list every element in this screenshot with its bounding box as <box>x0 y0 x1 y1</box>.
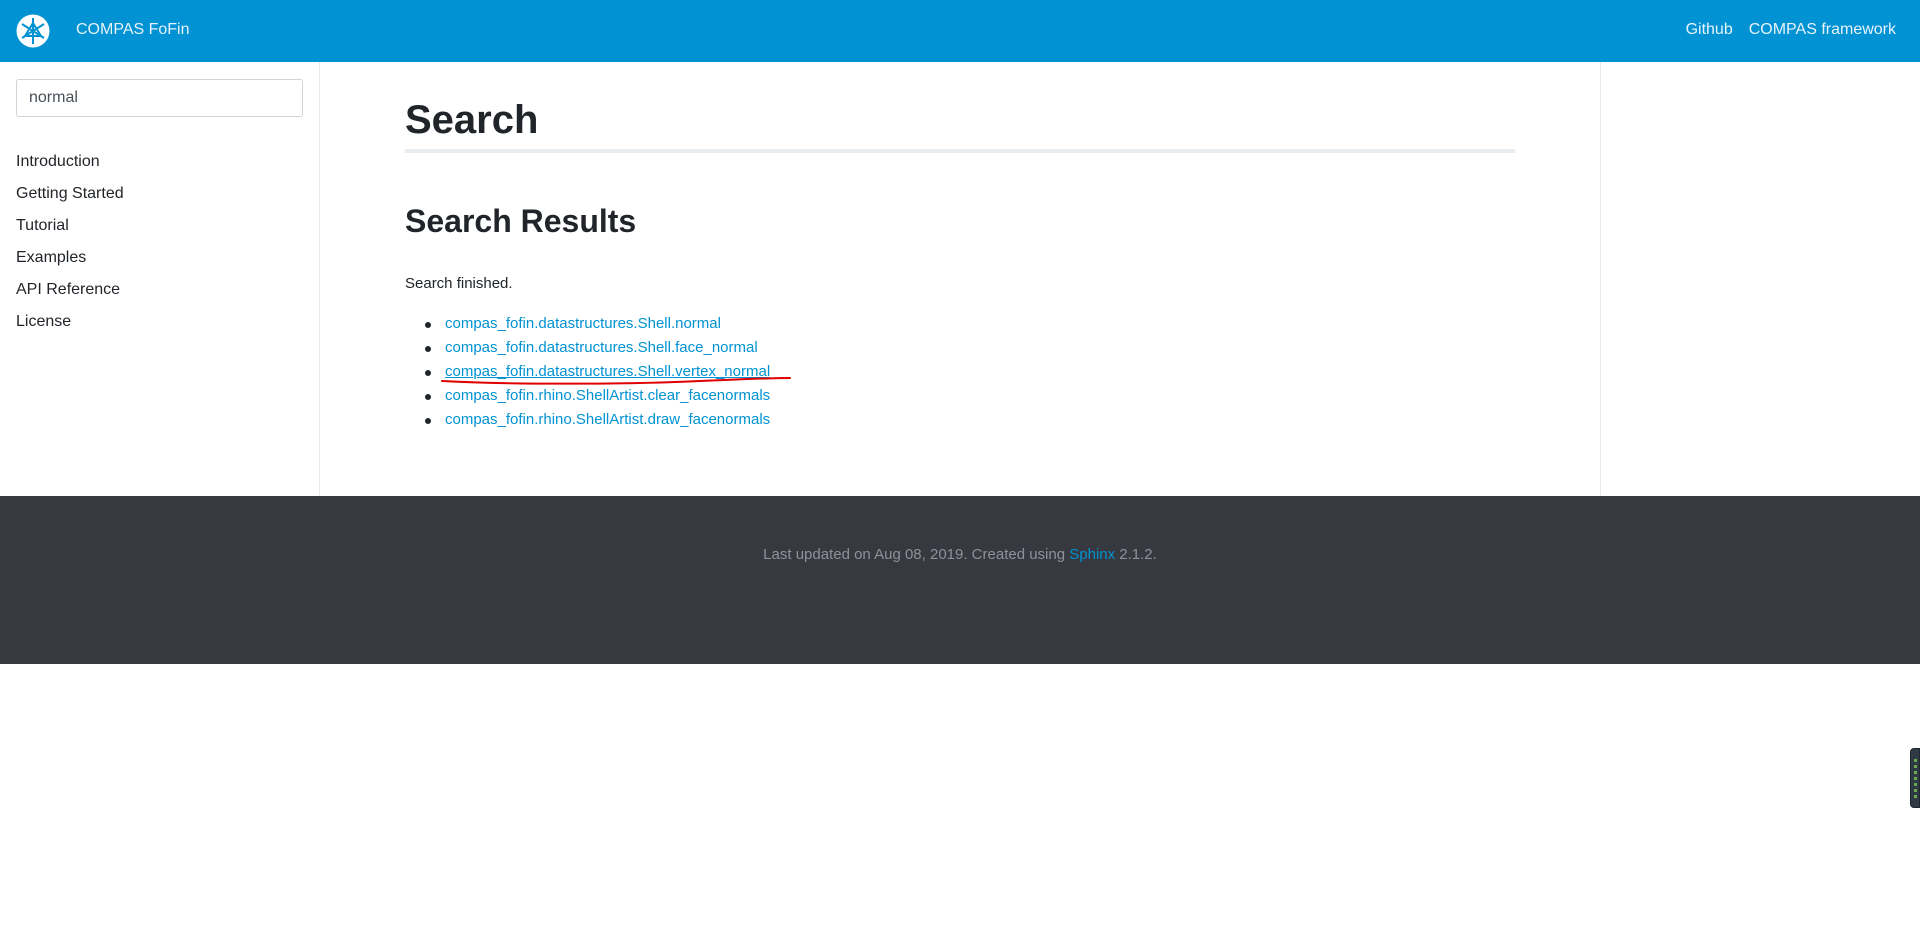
result-link[interactable]: compas_fofin.rhino.ShellArtist.draw_face… <box>445 411 770 428</box>
result-link[interactable]: compas_fofin.rhino.ShellArtist.clear_fac… <box>445 387 770 404</box>
navbar-links: Github COMPAS framework <box>1686 21 1896 39</box>
sidebar-item-tutorial[interactable]: Tutorial <box>16 210 124 242</box>
sidebar: Introduction Getting Started Tutorial Ex… <box>0 62 320 496</box>
sphinx-link[interactable]: Sphinx <box>1069 546 1115 563</box>
sidebar-item-introduction[interactable]: Introduction <box>16 146 124 178</box>
search-input[interactable] <box>16 79 303 117</box>
right-column-divider <box>1600 62 1601 496</box>
sidebar-item-api-reference[interactable]: API Reference <box>16 274 124 306</box>
github-link[interactable]: Github <box>1686 21 1733 39</box>
list-item: compas_fofin.datastructures.Shell.face_n… <box>424 336 770 360</box>
main-content: Search Search Results Search finished. c… <box>405 62 1515 496</box>
list-item: compas_fofin.rhino.ShellArtist.clear_fac… <box>424 384 770 408</box>
footer-prefix: Last updated on Aug 08, 2019. Created us… <box>763 546 1070 563</box>
footer-suffix: 2.1.2. <box>1115 546 1157 563</box>
search-status: Search finished. <box>405 275 513 292</box>
red-underline-annotation <box>441 377 791 385</box>
title-divider <box>405 149 1515 153</box>
footer: Last updated on Aug 08, 2019. Created us… <box>0 496 1920 664</box>
list-item: compas_fofin.rhino.ShellArtist.draw_face… <box>424 408 770 432</box>
sidebar-item-getting-started[interactable]: Getting Started <box>16 178 124 210</box>
top-navbar: COMPAS FoFin Github COMPAS framework <box>0 0 1920 62</box>
search-results-list: compas_fofin.datastructures.Shell.normal… <box>424 312 770 432</box>
sidebar-item-examples[interactable]: Examples <box>16 242 124 274</box>
brand-name-link[interactable]: COMPAS FoFin <box>76 21 190 39</box>
widget-meter-icon <box>1914 759 1917 799</box>
sidebar-nav: Introduction Getting Started Tutorial Ex… <box>16 146 124 338</box>
page-title: Search <box>405 98 539 142</box>
result-link[interactable]: compas_fofin.datastructures.Shell.face_n… <box>445 339 758 356</box>
edge-widget[interactable] <box>1910 748 1920 808</box>
compas-logo-icon[interactable] <box>16 14 50 48</box>
search-results-heading: Search Results <box>405 203 637 239</box>
result-link[interactable]: compas_fofin.datastructures.Shell.normal <box>445 315 721 332</box>
sidebar-item-license[interactable]: License <box>16 306 124 338</box>
compas-framework-link[interactable]: COMPAS framework <box>1749 21 1896 39</box>
list-item: compas_fofin.datastructures.Shell.normal <box>424 312 770 336</box>
footer-text: Last updated on Aug 08, 2019. Created us… <box>0 546 1920 563</box>
